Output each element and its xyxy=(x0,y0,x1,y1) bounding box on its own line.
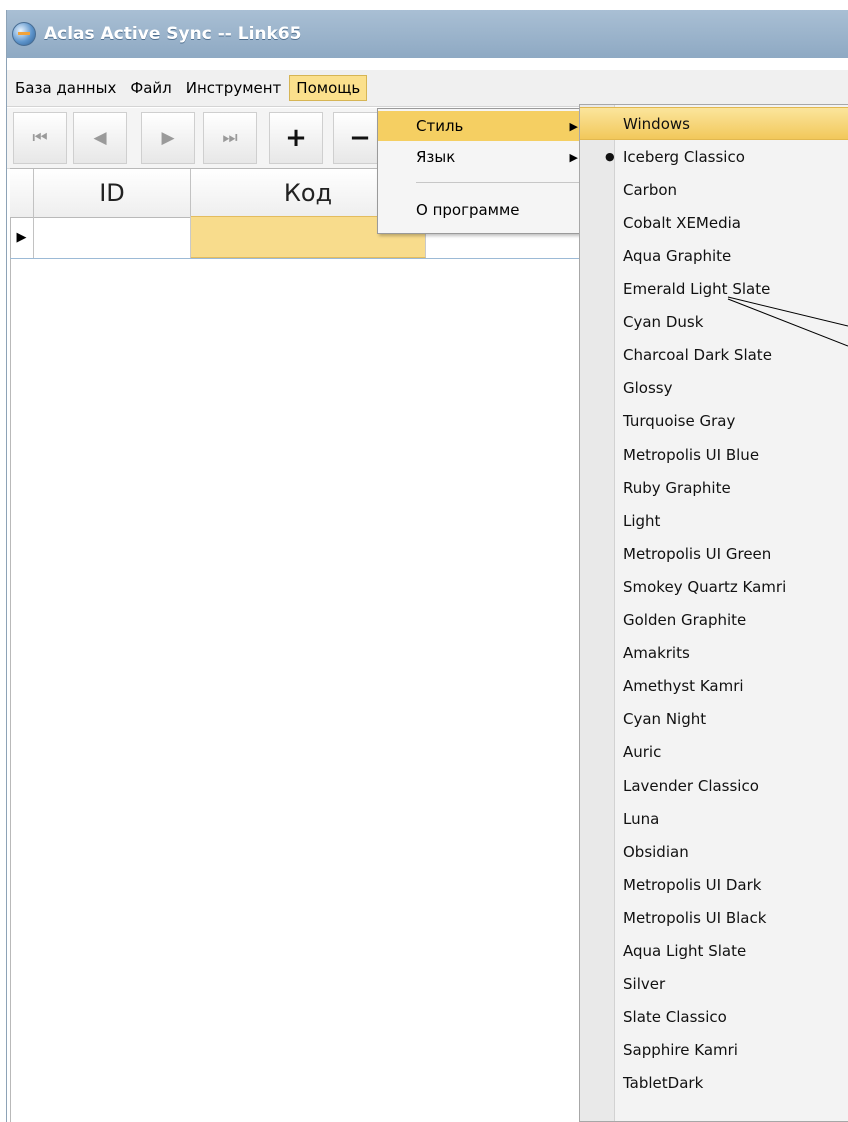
annotation-lines xyxy=(727,296,848,347)
annotation-line xyxy=(727,296,848,327)
annotation-line xyxy=(727,298,848,347)
